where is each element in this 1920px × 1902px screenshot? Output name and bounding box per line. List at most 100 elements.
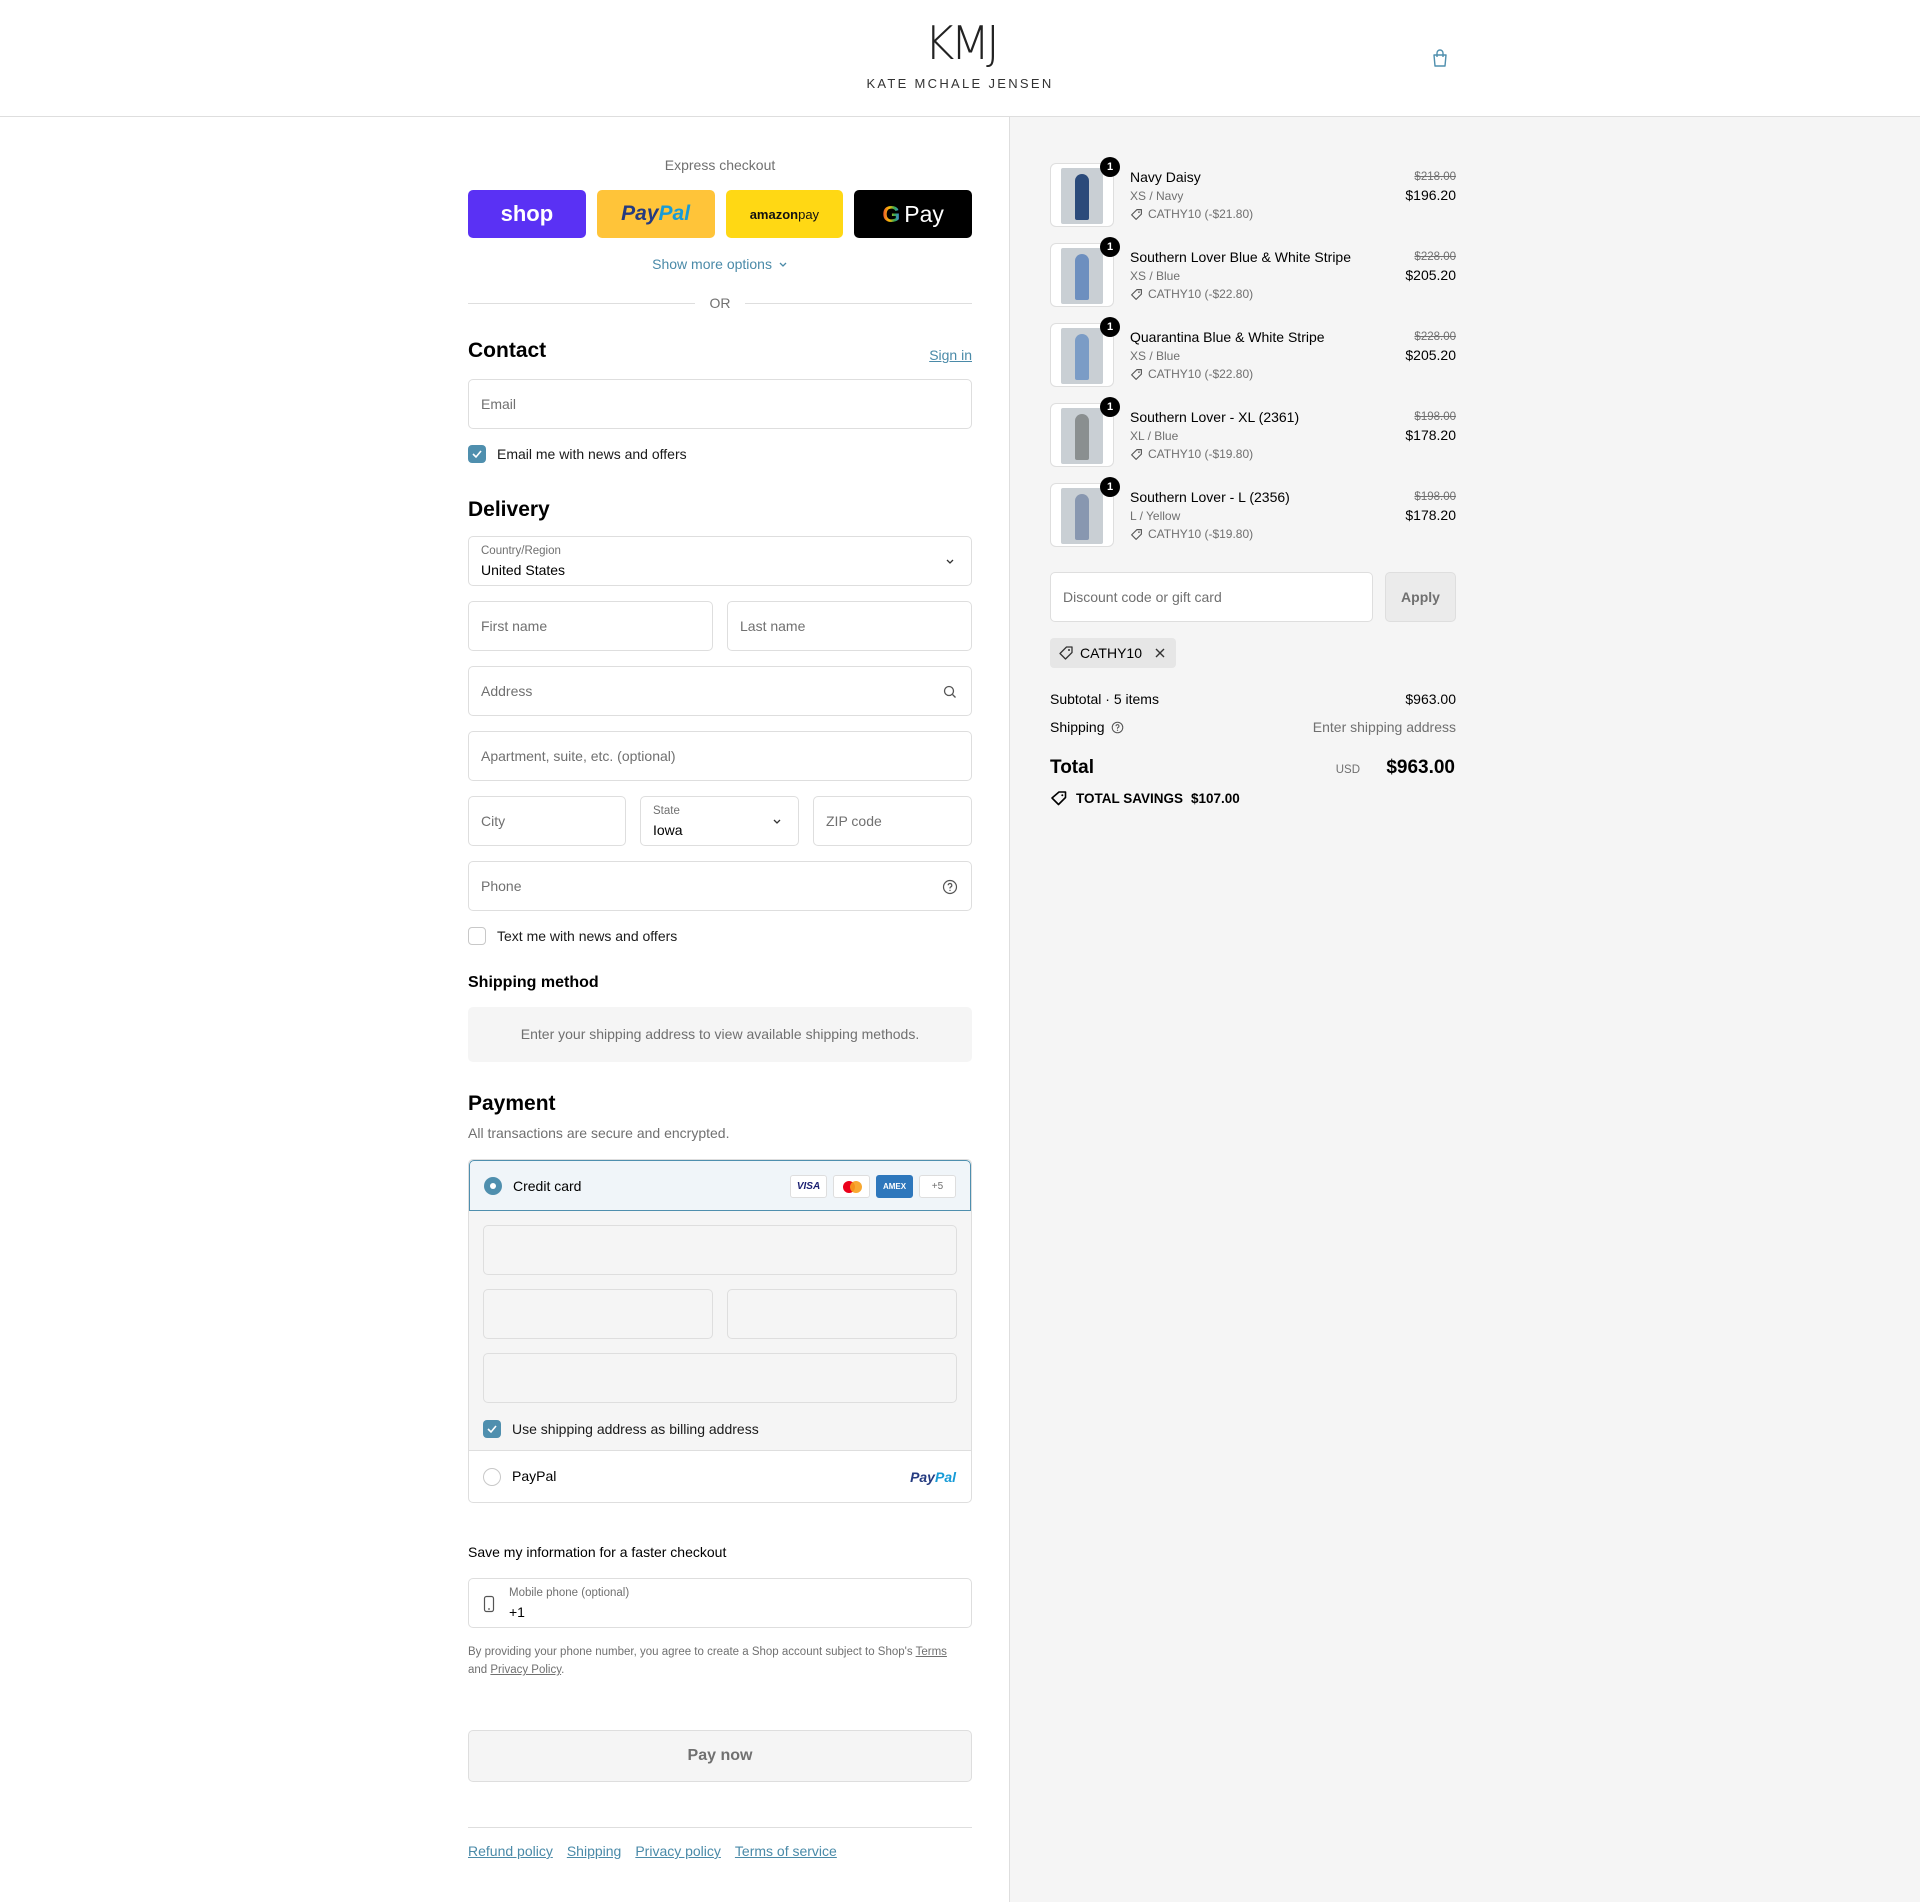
credit-card-radio[interactable] (484, 1177, 502, 1195)
payment-description: All transactions are secure and encrypte… (468, 1125, 730, 1141)
credit-card-option[interactable]: Credit card VISA AMEX +5 (469, 1160, 971, 1211)
item-discount-text: CATHY10 (-$19.80) (1148, 447, 1254, 461)
address-field[interactable]: Address (468, 666, 972, 716)
privacy-policy-link[interactable]: Privacy Policy (490, 1664, 561, 1676)
city-field[interactable]: City (468, 796, 626, 846)
tag-icon (1131, 208, 1142, 220)
remove-discount-icon[interactable] (1154, 647, 1166, 659)
logo-mark: KMJ (924, 16, 999, 70)
last-name-field[interactable]: Last name (727, 601, 972, 651)
shipping-method-note: Enter your shipping address to view avai… (468, 1007, 972, 1062)
amazon-pay-button[interactable]: amazon pay (725, 190, 844, 238)
tag-icon (1131, 288, 1142, 300)
product-photo (1061, 488, 1103, 544)
shop-pay-button[interactable]: shop (468, 190, 586, 238)
shopping-bag-icon[interactable] (1430, 48, 1450, 68)
total-label: Total (1050, 757, 1094, 778)
item-name: Southern Lover - L (2356) (1130, 489, 1290, 505)
tag-icon (1131, 368, 1142, 380)
applied-discount-code: CATHY10 (1080, 645, 1142, 661)
help-circle-icon[interactable] (1111, 721, 1124, 734)
order-item: 1 Southern Lover - L (2356) L / Yellow CATH… (1050, 477, 1456, 547)
total-savings-value: $107.00 (1191, 790, 1240, 806)
first-name-placeholder: First name (481, 618, 548, 634)
email-field[interactable]: Email (468, 379, 972, 429)
card-expiry-field[interactable] (483, 1289, 713, 1339)
country-select[interactable]: Country/Region United States (468, 536, 972, 586)
phone-field[interactable]: Phone (468, 861, 972, 911)
google-pay-button[interactable]: G Pay (854, 190, 972, 238)
sign-in-link[interactable]: Sign in (929, 347, 972, 363)
paypal-label-a: Pay (621, 202, 659, 225)
terms-of-service-link[interactable]: Terms of service (735, 1843, 837, 1859)
shop-pay-label: shop (500, 201, 554, 226)
order-summary: 1 Navy Daisy XS / Navy CATHY10 (-$21.80) $21… (1009, 117, 1920, 1902)
privacy-policy-footer-link[interactable]: Privacy policy (635, 1843, 721, 1859)
item-discount-text: CATHY10 (-$21.80) (1148, 207, 1254, 221)
quantity-badge: 1 (1100, 237, 1120, 257)
payment-heading: Payment (468, 1092, 556, 1115)
text-news-label: Text me with news and offers (497, 928, 678, 944)
shipping-method-heading: Shipping method (468, 974, 599, 991)
order-item: 1 Southern Lover Blue & White Stripe XS / … (1050, 237, 1456, 307)
email-news-checkbox[interactable] (468, 445, 486, 463)
terms-link[interactable]: Terms (916, 1646, 947, 1658)
checkmark-icon (487, 1425, 497, 1434)
paypal-option[interactable]: PayPal PayPal (469, 1452, 971, 1502)
item-original-price: $198.00 (1414, 411, 1456, 423)
chevron-down-icon (773, 819, 781, 824)
help-circle-icon[interactable] (942, 879, 958, 895)
show-more-options-label: Show more options (652, 256, 772, 272)
paypal-label-b: Pal (658, 202, 691, 225)
country-label: Country/Region (481, 545, 561, 557)
brand-logo[interactable]: KMJ KATE MCHALE JENSEN (860, 18, 1060, 91)
legal-text-c: . (561, 1664, 565, 1676)
card-number-field[interactable] (483, 1225, 957, 1275)
billing-address-checkbox[interactable] (483, 1420, 501, 1438)
quantity-badge: 1 (1100, 317, 1120, 337)
delivery-heading: Delivery (468, 498, 550, 521)
pay-now-button[interactable]: Pay now (468, 1730, 972, 1782)
contact-heading: Contact (468, 339, 547, 362)
item-name: Southern Lover - XL (2361) (1130, 409, 1300, 425)
product-figure (1075, 414, 1089, 460)
quantity-badge: 1 (1100, 157, 1120, 177)
mastercard-icon (833, 1175, 870, 1198)
card-name-field[interactable] (483, 1353, 957, 1403)
subtotal-row: Subtotal · 5 items $963.00 (1050, 691, 1456, 707)
show-more-options-link[interactable]: Show more options (468, 256, 972, 272)
text-news-checkbox[interactable] (468, 927, 486, 945)
legal-text: By providing your phone number, you agre… (468, 1643, 972, 1679)
amex-icon: AMEX (876, 1175, 913, 1198)
card-security-code-field[interactable] (727, 1289, 957, 1339)
shipping-policy-link[interactable]: Shipping (567, 1843, 622, 1859)
card-brand-icons: VISA AMEX +5 (790, 1175, 956, 1198)
paypal-logo-b: Pal (934, 1469, 956, 1485)
apartment-field[interactable]: Apartment, suite, etc. (optional) (468, 731, 972, 781)
zip-code-field[interactable]: ZIP code (813, 796, 972, 846)
discount-code-field[interactable]: Discount code or gift card (1050, 572, 1373, 622)
shipping-value: Enter shipping address (1312, 719, 1456, 735)
apply-discount-button[interactable]: Apply (1385, 572, 1456, 622)
country-value: United States (481, 562, 566, 578)
logo-text: KATE MCHALE JENSEN (866, 76, 1054, 91)
chevron-down-icon (946, 559, 954, 564)
item-original-price: $228.00 (1414, 331, 1456, 343)
item-variant: XS / Blue (1130, 349, 1181, 363)
last-name-placeholder: Last name (740, 618, 806, 634)
product-figure (1075, 494, 1089, 540)
item-discount-text: CATHY10 (-$22.80) (1148, 367, 1254, 381)
shipping-label: Shipping (1050, 719, 1105, 735)
mobile-phone-field[interactable]: Mobile phone (optional) +1 (468, 1578, 972, 1628)
state-select[interactable]: State Iowa (640, 796, 799, 846)
paypal-button[interactable]: Pay Pal (596, 190, 715, 238)
paypal-radio[interactable] (483, 1468, 501, 1486)
footer-links: Refund policy Shipping Privacy policy Te… (468, 1843, 837, 1859)
first-name-field[interactable]: First name (468, 601, 713, 651)
refund-policy-link[interactable]: Refund policy (468, 1843, 553, 1859)
item-price: $178.20 (1405, 427, 1456, 443)
payment-methods: Credit card VISA AMEX +5 Use shipping ad… (468, 1159, 972, 1503)
item-discount: CATHY10 (-$19.80) (1130, 527, 1253, 541)
item-variant: XL / Blue (1130, 429, 1179, 443)
quantity-badge: 1 (1100, 397, 1120, 417)
